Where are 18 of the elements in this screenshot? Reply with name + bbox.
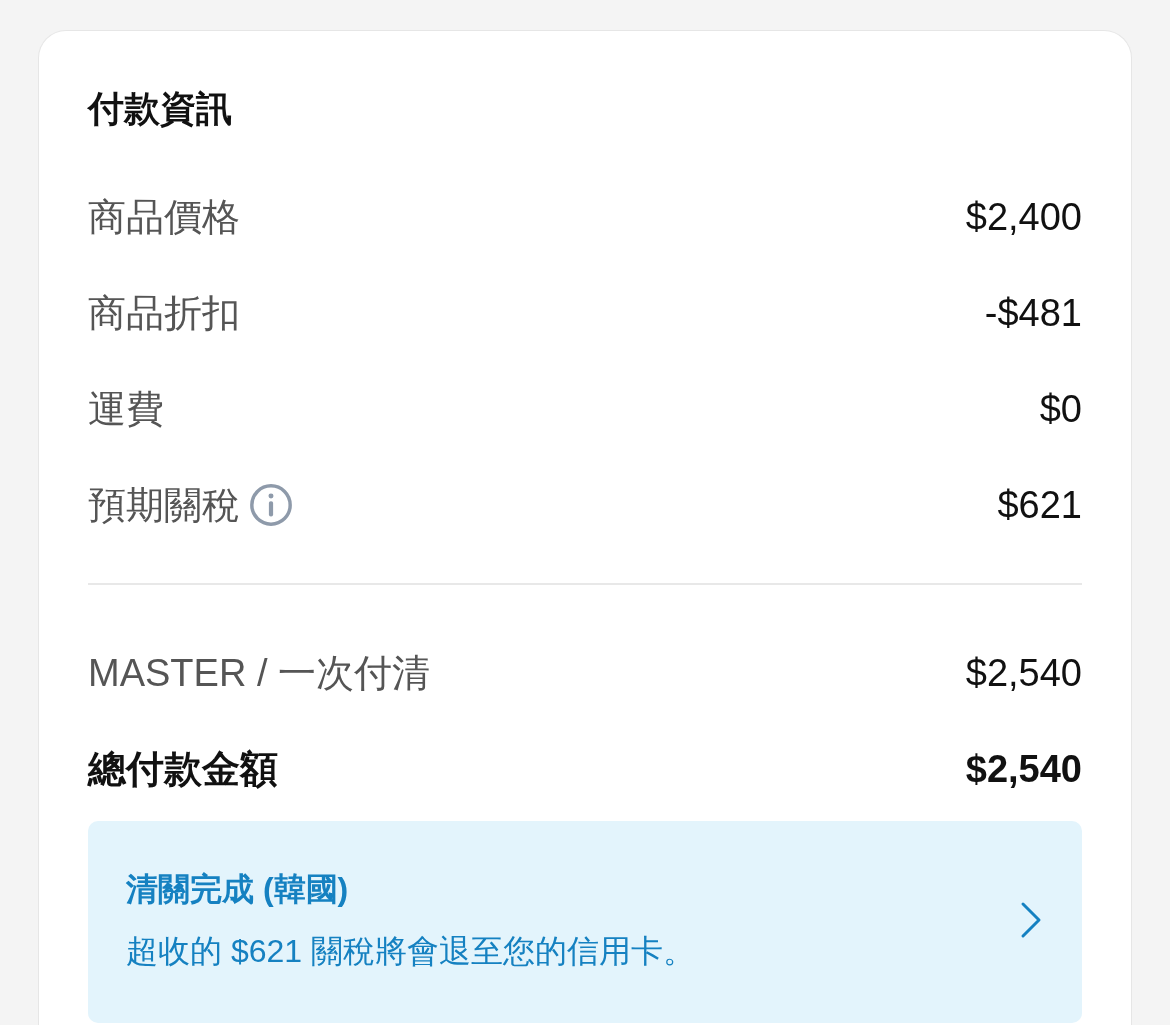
chevron-right-icon <box>1020 901 1042 939</box>
row-label: 預期關稅 <box>88 482 240 528</box>
row-label: 總付款金額 <box>88 746 278 792</box>
info-icon[interactable] <box>248 482 294 528</box>
row-value: $0 <box>1039 386 1082 432</box>
row-value: $621 <box>997 482 1082 528</box>
row-value: -$481 <box>984 290 1082 336</box>
row-label: 商品折扣 <box>88 290 240 336</box>
row-label: 商品價格 <box>88 194 240 240</box>
row-label: MASTER / 一次付清 <box>88 650 431 696</box>
notice-message: 超收的 $621 關稅將會退至您的信用卡。 <box>126 932 695 971</box>
section-title: 付款資訊 <box>88 91 233 127</box>
row-value: $2,540 <box>965 746 1082 792</box>
row-value: $2,400 <box>965 194 1082 240</box>
row-label: 運費 <box>88 386 164 432</box>
notice-title: 清關完成 (韓國) <box>126 870 350 909</box>
customs-notice[interactable]: 清關完成 (韓國) 超收的 $621 關稅將會退至您的信用卡。 <box>88 821 1082 1023</box>
row-value: $2,540 <box>965 650 1082 696</box>
